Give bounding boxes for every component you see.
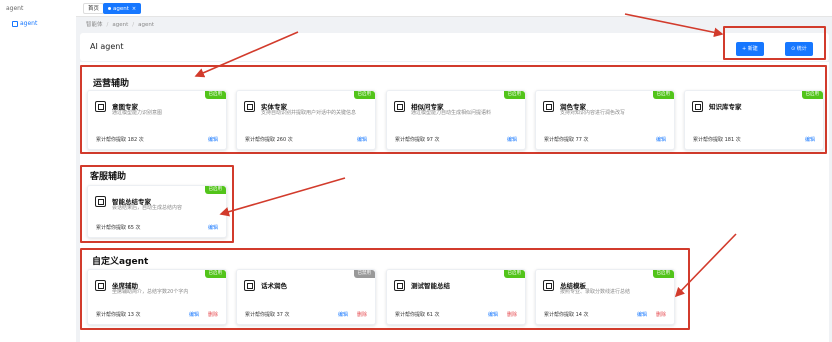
usage-count: 累计帮你提取 65 次 [96,225,141,231]
page-header: AI agent + 新建 ⊙ 统计 [80,33,829,61]
usage-count: 累计帮你提取 182 次 [96,137,144,143]
edit-link[interactable]: 编辑 [338,311,348,318]
chip-icon [394,101,405,112]
chip-icon [95,280,106,291]
edit-link[interactable]: 编辑 [357,136,367,143]
chip-icon [543,280,554,291]
page-title: AI agent [90,42,124,51]
card-description: 支持自动识别并提取用户对话中的关键信息 [261,110,357,116]
edit-link[interactable]: 编辑 [189,311,199,318]
chip-icon [244,101,255,112]
section-title: 自定义agent [92,257,149,267]
edit-link[interactable]: 编辑 [208,136,218,143]
edit-link[interactable]: 编辑 [507,136,517,143]
delete-link[interactable]: 删除 [656,311,666,318]
section-title: 运营辅助 [93,79,130,89]
agent-card[interactable]: 已启用 润色专家 支持对知识内容进行润色改写 累计帮你提取 77 次编辑 [535,90,675,150]
delete-link[interactable]: 删除 [208,311,218,318]
sidebar-title: agent [6,5,24,12]
status-badge: 已启用 [652,91,674,99]
close-icon[interactable]: × [132,6,136,12]
delete-link[interactable]: 删除 [507,311,517,318]
sidebar: agent agent [0,0,76,342]
edit-link[interactable]: 编辑 [656,136,666,143]
usage-count: 累计帮你提取 260 次 [245,137,293,143]
agent-card[interactable]: 已启用测试智能总结累计帮你提取 61 次 编辑 删除 [386,269,526,325]
chip-icon [95,101,106,112]
breadcrumb-item[interactable]: agent [112,22,128,28]
status-badge: 已启用 [652,270,674,278]
annotation-arrow [624,13,724,38]
tab-bar: 首页 agent × [76,0,832,17]
chip-icon [394,280,405,291]
chip-icon [95,196,106,207]
usage-count: 累计帮你提取 13 次 [96,312,141,318]
usage-count: 累计帮你提取 14 次 [544,312,589,318]
card-description: 坐席辅助简介，总结字数20个字内 [112,289,189,295]
agent-card[interactable]: 已启用 意图专家 通过模型能力识别意图 累计帮你提取 182 次编辑 [87,90,227,150]
breadcrumb: 智能体 / agent / agent [86,22,155,28]
status-badge: 已启用 [503,270,525,278]
agent-card[interactable]: 已启用 坐席辅助 坐席辅助简介，总结字数20个字内 累计帮你提取 13 次编辑 删除 [87,269,227,325]
grid-icon [12,20,18,27]
tab-home[interactable]: 首页 [83,3,105,14]
card-description: 按照专业、录取分数线进行总结 [560,289,631,295]
agent-card[interactable]: 已启用 相似问专家 通过模型能力自动生成相似问提语料 累计帮你提取 97 次编辑 [386,90,526,150]
status-badge: 已启用 [204,270,226,278]
card-title: 测试智能总结 [411,282,450,290]
edit-link[interactable]: 编辑 [637,311,647,318]
usage-count: 累计帮你提取 61 次 [395,312,440,318]
usage-count: 累计帮你提取 181 次 [693,137,741,143]
agent-card[interactable]: 已禁用话术润色累计帮你提取 37 次 编辑 删除 [236,269,376,325]
agent-card[interactable]: 已启用 实体专家 支持自动识别并提取用户对话中的关键信息 累计帮你提取 260 次编辑 [236,90,376,150]
agent-card[interactable]: 已启用知识库专家累计帮你提取 181 次 编辑 [684,90,824,150]
agent-card[interactable]: 已启用 智能总结专家 会话结束后，自动生成总结内容 累计帮你提取 65 次编辑 [87,185,227,238]
card-description: 会话结束后，自动生成总结内容 [112,205,183,211]
breadcrumb-item[interactable]: 智能体 [86,22,103,28]
status-badge: 已启用 [204,186,226,194]
edit-link[interactable]: 编辑 [805,136,815,143]
status-badge: 已启用 [204,91,226,99]
edit-link[interactable]: 编辑 [208,224,218,231]
status-badge: 已启用 [801,91,823,99]
chip-icon [543,101,554,112]
usage-count: 累计帮你提取 77 次 [544,137,589,143]
usage-count: 累计帮你提取 37 次 [245,312,290,318]
sidebar-item-agent[interactable]: agent [12,20,37,27]
agent-card[interactable]: 已启用 总结模板 按照专业、录取分数线进行总结 累计帮你提取 14 次编辑 删除 [535,269,675,325]
card-description: 支持对知识内容进行润色改写 [560,110,626,116]
section-title: 客服辅助 [90,172,127,182]
card-description: 通过模型能力识别意图 [112,110,163,116]
tab-agent[interactable]: agent × [103,3,142,14]
card-title: 知识库专家 [709,103,742,111]
card-title: 话术润色 [261,282,287,290]
delete-link[interactable]: 删除 [357,311,367,318]
edit-link[interactable]: 编辑 [488,311,498,318]
status-badge: 已启用 [503,91,525,99]
status-badge: 已禁用 [353,270,375,278]
chip-icon [692,101,703,112]
active-dot-icon [108,7,111,10]
sidebar-item-label: agent [20,20,38,27]
breadcrumb-item: agent [138,22,155,28]
status-badge: 已启用 [353,91,375,99]
chip-icon [244,280,255,291]
tab-agent-label: agent [113,6,129,12]
card-description: 通过模型能力自动生成相似问提语料 [411,110,492,116]
annotation-box [723,26,826,60]
usage-count: 累计帮你提取 97 次 [395,137,440,143]
